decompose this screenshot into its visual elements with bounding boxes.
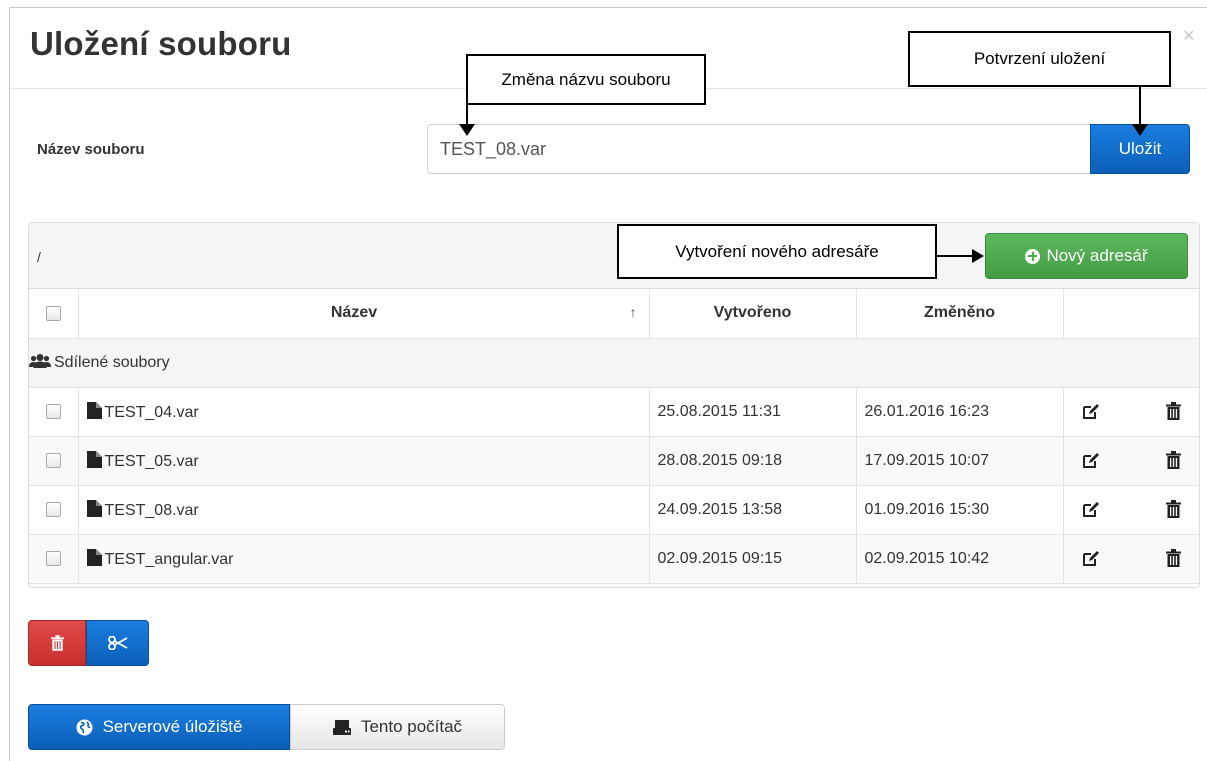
file-created: 28.08.2015 09:18 xyxy=(648,435,857,486)
confirm-arrow-head xyxy=(1132,124,1148,136)
file-changed: 02.09.2015 10:42 xyxy=(855,533,1064,584)
file-changed: 17.09.2015 10:07 xyxy=(855,435,1064,486)
trash-icon[interactable] xyxy=(1165,499,1181,518)
row-select-cell xyxy=(29,386,79,437)
file-changed: 26.01.2016 16:23 xyxy=(855,386,1064,437)
file-browser-panel: / Nový adresář Název ↑ Vytvořeno Změněno … xyxy=(28,222,1200,588)
file-created: 02.09.2015 09:15 xyxy=(648,533,857,584)
new-directory-label: Nový adresář xyxy=(1046,246,1148,265)
file-name: TEST_05.var xyxy=(104,452,199,470)
file-row[interactable]: TEST_05.var 28.08.2015 09:18 17.09.2015 … xyxy=(29,435,1199,486)
scissors-icon xyxy=(107,636,127,650)
file-name: TEST_04.var xyxy=(104,403,199,421)
file-icon xyxy=(86,450,102,468)
new-dir-arrow-line xyxy=(936,255,976,257)
trash-icon xyxy=(50,635,64,651)
rename-arrow-head xyxy=(459,124,475,136)
edit-icon[interactable] xyxy=(1082,403,1099,420)
edit-icon[interactable] xyxy=(1082,501,1099,518)
shared-folder-label: Sdílené soubory xyxy=(54,354,170,371)
row-select-cell xyxy=(29,484,79,535)
local-computer-label: Tento počítač xyxy=(360,717,463,736)
globe-icon xyxy=(76,719,93,735)
file-changed: 01.09.2016 15:30 xyxy=(855,484,1064,535)
close-icon[interactable]: × xyxy=(1183,26,1195,46)
rename-callout: Změna názvu souboru xyxy=(466,54,706,105)
filename-label: Název souboru xyxy=(37,141,145,158)
hdd-icon xyxy=(332,719,351,735)
select-all-checkbox[interactable] xyxy=(45,305,61,321)
row-select-cell xyxy=(29,435,79,486)
confirm-callout-text: Potvrzení uložení xyxy=(973,49,1106,68)
file-name-cell[interactable]: TEST_05.var xyxy=(77,435,650,486)
row-checkbox[interactable] xyxy=(45,550,61,566)
row-select-cell xyxy=(29,533,79,584)
file-actions xyxy=(1062,533,1199,584)
file-name-cell[interactable]: TEST_04.var xyxy=(77,386,650,437)
shared-folder-row[interactable]: Sdílené soubory xyxy=(29,337,1199,388)
file-actions xyxy=(1062,435,1199,486)
new-dir-callout: Vytvoření nového adresáře xyxy=(617,224,937,279)
confirm-callout: Potvrzení uložení xyxy=(908,31,1171,87)
file-table: Název ↑ Vytvořeno Změněno Sdílené soubory… xyxy=(29,289,1199,584)
file-actions xyxy=(1062,484,1199,535)
row-checkbox[interactable] xyxy=(45,452,61,468)
edit-icon[interactable] xyxy=(1082,550,1099,567)
users-icon xyxy=(29,354,51,368)
cut-selected-button[interactable] xyxy=(86,620,149,666)
local-computer-button[interactable]: Tento počítač xyxy=(290,704,505,750)
column-header-name-label: Název xyxy=(330,304,378,322)
file-row[interactable]: TEST_04.var 25.08.2015 11:31 26.01.2016 … xyxy=(29,386,1199,437)
file-name-cell[interactable]: TEST_angular.var xyxy=(77,533,650,584)
row-checkbox[interactable] xyxy=(45,501,61,517)
file-row[interactable]: TEST_08.var 24.09.2015 13:58 01.09.2016 … xyxy=(29,484,1199,535)
column-header-created[interactable]: Vytvořeno xyxy=(648,289,857,339)
file-name: TEST_angular.var xyxy=(104,550,234,568)
file-browser-header: / Nový adresář xyxy=(29,223,1199,289)
file-icon xyxy=(86,548,102,566)
trash-icon[interactable] xyxy=(1165,450,1181,469)
plus-circle-icon xyxy=(1025,248,1041,264)
select-all-cell xyxy=(29,289,79,339)
file-icon xyxy=(86,401,102,419)
column-header-actions xyxy=(1062,289,1199,339)
current-path: / xyxy=(37,249,41,265)
server-storage-button[interactable]: Serverové úložiště xyxy=(28,704,290,750)
file-name-cell[interactable]: TEST_08.var xyxy=(77,484,650,535)
confirm-arrow-line xyxy=(1139,86,1141,128)
shared-folder-cell: Sdílené soubory xyxy=(29,337,1199,388)
rename-callout-text: Změna názvu souboru xyxy=(501,69,671,89)
sort-ascending-icon: ↑ xyxy=(629,304,637,321)
new-dir-arrow-head xyxy=(972,249,984,263)
file-actions xyxy=(1062,386,1199,437)
row-checkbox[interactable] xyxy=(45,403,61,419)
new-directory-button[interactable]: Nový adresář xyxy=(985,233,1188,279)
filename-input[interactable] xyxy=(427,124,1090,174)
file-created: 25.08.2015 11:31 xyxy=(648,386,857,437)
edit-icon[interactable] xyxy=(1082,452,1099,469)
dialog-title: Uložení souboru xyxy=(30,25,292,62)
file-created: 24.09.2015 13:58 xyxy=(648,484,857,535)
file-row[interactable]: TEST_angular.var 02.09.2015 09:15 02.09.… xyxy=(29,533,1199,584)
new-dir-callout-text: Vytvoření nového adresáře xyxy=(675,241,879,261)
server-storage-label: Serverové úložiště xyxy=(102,717,243,736)
trash-icon[interactable] xyxy=(1165,401,1181,420)
column-header-changed[interactable]: Změněno xyxy=(855,289,1064,339)
delete-selected-button[interactable] xyxy=(28,620,86,666)
column-header-name[interactable]: Název ↑ xyxy=(77,289,650,339)
file-name: TEST_08.var xyxy=(104,501,199,519)
trash-icon[interactable] xyxy=(1165,548,1181,567)
file-icon xyxy=(86,499,102,517)
table-header-row: Název ↑ Vytvořeno Změněno xyxy=(29,289,1199,339)
